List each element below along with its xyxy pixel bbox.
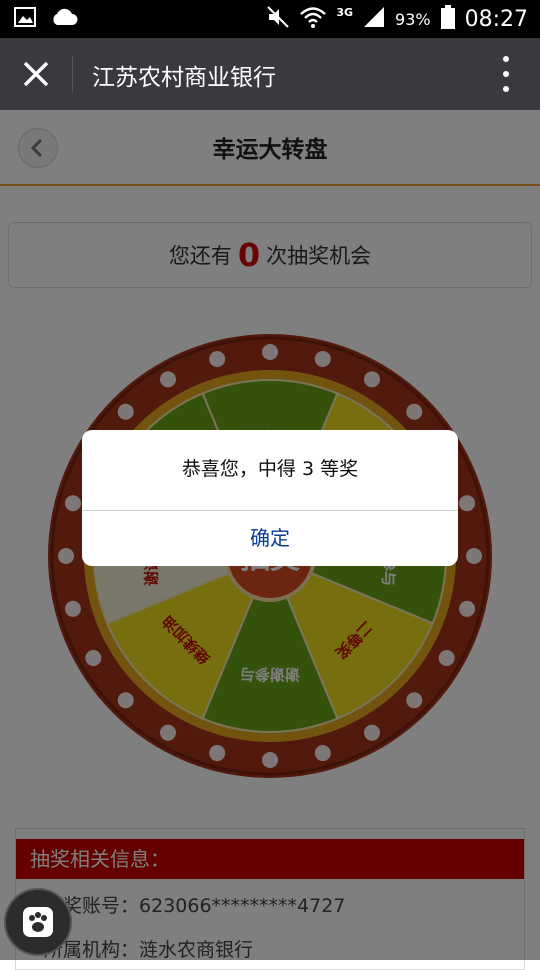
wifi-icon [300,6,327,32]
dialog-message: 恭喜您，中得 3 等奖 [181,458,359,480]
clock: 08:27 [464,6,528,32]
prize-dialog: 恭喜您，中得 3 等奖 确定 [82,430,458,566]
image-icon [14,7,36,31]
cloud-icon [50,8,78,30]
battery-percent: 93% [395,9,431,29]
paw-icon [23,907,53,937]
app-bar: 江苏农村商业银行 [0,38,540,110]
status-bar: 3G 93% 08:27 [0,0,540,38]
signal-icon [363,6,385,32]
app-bar-divider [72,56,73,92]
confirm-button[interactable]: 确定 [82,511,458,566]
floating-assistant-button[interactable] [4,888,72,956]
close-icon[interactable] [18,56,54,92]
mute-icon [266,5,290,33]
network-type: 3G [336,5,354,19]
more-icon[interactable] [498,56,514,92]
app-bar-title: 江苏农村商业银行 [92,65,276,91]
battery-icon [440,5,455,33]
